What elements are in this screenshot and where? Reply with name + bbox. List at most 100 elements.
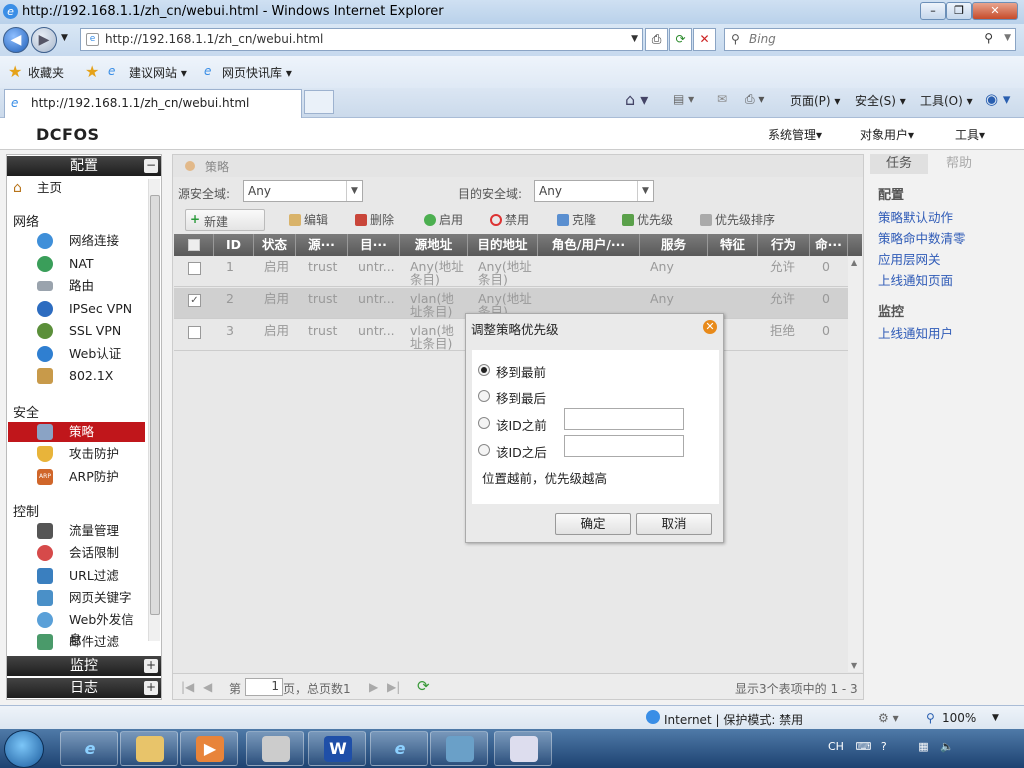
row-checkbox[interactable] [188, 262, 201, 275]
scroll-up-icon[interactable]: ▲ [851, 258, 857, 267]
col-role-user[interactable]: 角色/用户/··· [538, 234, 640, 256]
menu-system[interactable]: 系统管理▾ [768, 126, 822, 143]
search-input[interactable]: ⚲ Bing ⚲ ▼ [724, 28, 1016, 51]
sidebar-config-header[interactable]: 配置 − [7, 156, 161, 176]
compat-view-button[interactable]: ⎙ [645, 28, 668, 51]
sidebar-item-keyword[interactable]: 网页关键字 [13, 588, 145, 608]
tray-language[interactable]: CH [828, 740, 844, 753]
src-zone-select[interactable]: Any ▼ [243, 180, 363, 202]
sidebar-item-url-filter[interactable]: URL过滤 [13, 566, 145, 586]
page-menu[interactable]: 页面(P) ▾ [790, 92, 840, 109]
after-id-input[interactable] [564, 435, 684, 457]
feeds-icon[interactable]: ▤ ▾ [673, 92, 694, 106]
search-options-icon[interactable]: ▼ [1004, 33, 1011, 43]
new-tab-button[interactable] [304, 90, 334, 114]
sidebar-log-header[interactable]: 日志 + [7, 678, 161, 698]
add-favorite-icon[interactable]: ★ [85, 62, 99, 81]
sidebar-item-ssl-vpn[interactable]: SSL VPN [13, 321, 145, 341]
col-dst-addr[interactable]: 目的地址 [468, 234, 538, 256]
table-scrollbar[interactable]: ▲ ▼ [848, 256, 862, 672]
sidebar-item-arp-defense[interactable]: ARP ARP防护 [13, 467, 145, 487]
taskbar-app-2[interactable] [494, 731, 552, 766]
sidebar-item-home[interactable]: ⌂ 主页 [13, 178, 145, 198]
sidebar-item-nat[interactable]: NAT [13, 254, 145, 274]
radio-before-id[interactable] [478, 417, 490, 429]
protected-mode-icon[interactable]: ⚙ ▾ [878, 711, 899, 725]
row-checkbox[interactable] [188, 326, 201, 339]
sidebar-item-session-limit[interactable]: 会话限制 [13, 543, 145, 563]
fav-link-slices[interactable]: 网页快讯库 ▾ [222, 64, 292, 81]
disable-button[interactable]: 禁用 [490, 211, 529, 228]
search-icon[interactable]: ⚲ [984, 31, 993, 45]
print-icon[interactable]: ⎙ ▾ [745, 92, 764, 107]
link-default-action[interactable]: 策略默认动作 [878, 207, 953, 226]
favorites-button[interactable]: 收藏夹 [28, 64, 64, 81]
collapse-icon[interactable]: − [144, 159, 158, 173]
sidebar-item-8021x[interactable]: 802.1X [13, 366, 145, 386]
address-input[interactable]: e http://192.168.1.1/zh_cn/webui.html ▼ [80, 28, 643, 51]
mail-icon[interactable]: ✉ [717, 92, 727, 106]
zoom-level[interactable]: 100% [942, 711, 976, 725]
taskbar-ie-2[interactable]: e [370, 731, 428, 766]
row-checkbox-checked[interactable]: ✓ [188, 294, 201, 307]
scroll-down-icon[interactable]: ▼ [851, 661, 857, 670]
sidebar-item-attack-defense[interactable]: 攻击防护 [13, 444, 145, 464]
refresh-button[interactable]: ⟳ [669, 28, 692, 51]
col-id[interactable]: ID [214, 234, 254, 256]
favorites-star-icon[interactable]: ★ [8, 62, 22, 81]
forward-button[interactable]: ▶ [31, 27, 57, 53]
select-all-cell[interactable] [174, 234, 214, 256]
sidebar-scrollbar[interactable] [148, 179, 160, 641]
col-service[interactable]: 服务 [640, 234, 708, 256]
taskbar-image[interactable] [430, 731, 488, 766]
sidebar-monitor-header[interactable]: 监控 + [7, 656, 161, 676]
ok-button[interactable]: 确定 [555, 513, 631, 535]
dst-zone-select[interactable]: Any ▼ [534, 180, 654, 202]
tab-task[interactable]: 任务 [870, 154, 928, 174]
page-number-input[interactable]: 1 [245, 678, 283, 696]
taskbar-explorer[interactable] [120, 731, 178, 766]
volume-icon[interactable]: 🔈 [940, 740, 954, 753]
col-src-zone[interactable]: 源··· [296, 234, 348, 256]
safety-menu[interactable]: 安全(S) ▾ [855, 92, 906, 109]
zoom-dropdown-icon[interactable]: ▼ [992, 713, 999, 723]
sidebar-item-traffic[interactable]: 流量管理 [13, 521, 145, 541]
help-icon[interactable]: ◉ ▾ [985, 90, 1010, 108]
new-button[interactable]: + 新建 [185, 209, 265, 231]
priority-sort-button[interactable]: 优先级排序 [700, 211, 775, 228]
before-id-input[interactable] [564, 408, 684, 430]
radio-move-last[interactable] [478, 390, 490, 402]
fav-link-suggested[interactable]: 建议网站 ▾ [129, 64, 187, 81]
sidebar-item-network-connection[interactable]: 网络连接 [13, 231, 145, 251]
sidebar-item-ipsec-vpn[interactable]: IPSec VPN [13, 299, 145, 319]
taskbar-wps[interactable]: W [308, 731, 366, 766]
link-alg[interactable]: 应用层网关 [878, 249, 941, 268]
stop-button[interactable]: ✕ [693, 28, 716, 51]
taskbar-app-1[interactable] [246, 731, 304, 766]
select-all-checkbox[interactable] [188, 239, 200, 251]
expand-icon[interactable]: + [144, 659, 158, 673]
table-row[interactable]: 1 启用 trust untr... Any(地址 条目) Any(地址 条目)… [174, 256, 848, 287]
tab-help[interactable]: 帮助 [930, 154, 988, 174]
status-zone[interactable]: Internet | 保护模式: 禁用 [664, 711, 803, 728]
sidebar-scroll-thumb[interactable] [150, 195, 160, 615]
tools-menu[interactable]: 工具(O) ▾ [920, 92, 973, 109]
col-src-addr[interactable]: 源地址 [400, 234, 468, 256]
edit-button[interactable]: 编辑 [289, 211, 328, 228]
sidebar-item-route[interactable]: 路由 [13, 276, 145, 296]
col-hits[interactable]: 命··· [810, 234, 848, 256]
refresh-icon[interactable]: ⟳ [417, 677, 430, 695]
help-tray-icon[interactable]: ? [881, 740, 887, 753]
prev-page-icon[interactable]: ◀ [203, 680, 212, 694]
start-button[interactable] [4, 730, 44, 768]
close-window-button[interactable]: ✕ [972, 2, 1018, 20]
link-online-users[interactable]: 上线通知用户 [878, 323, 953, 342]
history-dropdown-icon[interactable]: ▼ [61, 33, 68, 43]
sidebar-item-policy[interactable]: 策略 [8, 422, 145, 442]
close-icon[interactable]: ✕ [703, 320, 717, 334]
expand-icon[interactable]: + [144, 681, 158, 695]
cancel-button[interactable]: 取消 [636, 513, 712, 535]
tab-current[interactable]: e http://192.168.1.1/zh_cn/webui.html [4, 89, 302, 118]
col-status[interactable]: 状态 [254, 234, 296, 256]
priority-button[interactable]: 优先级 [622, 211, 673, 228]
